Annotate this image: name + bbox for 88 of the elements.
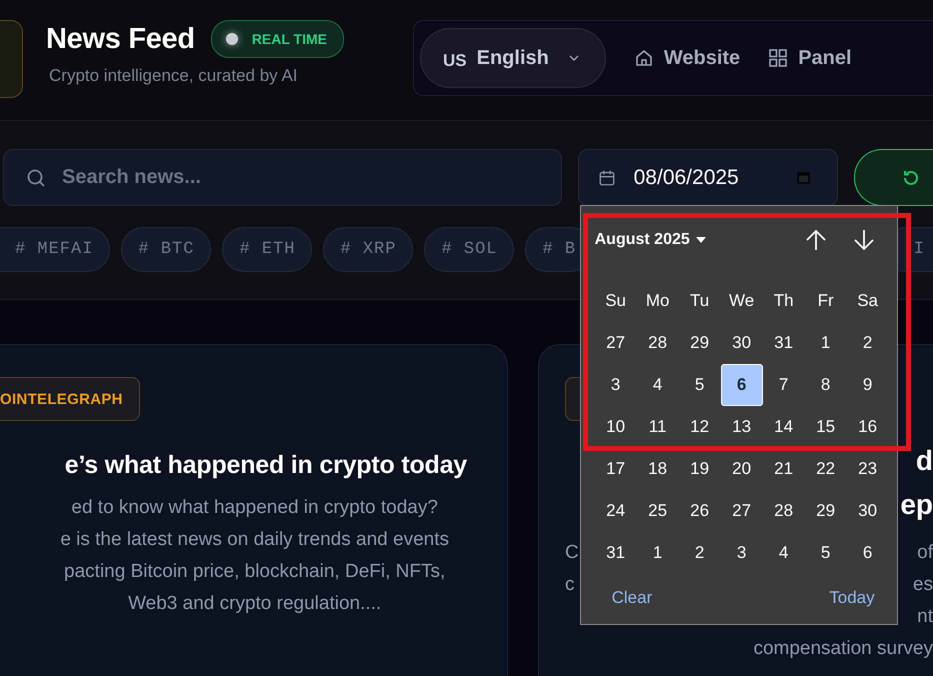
calendar-day[interactable]: 6	[720, 364, 763, 406]
language-selector[interactable]: US English	[420, 28, 606, 88]
search-icon	[26, 168, 46, 188]
calendar-day[interactable]: 16	[846, 413, 889, 441]
hashtag-chip[interactable]: # XRP	[323, 227, 414, 272]
weekday-label: Mo	[644, 290, 670, 312]
calendar-day[interactable]: 22	[804, 455, 847, 483]
calendar-day[interactable]: 3	[720, 539, 763, 567]
hashtag-chip[interactable]: # ETH	[222, 227, 312, 272]
news-headline: e’s what happened in crypto today	[64, 451, 467, 480]
news-summary-line: e is the latest news on daily trends and events	[60, 528, 449, 552]
calendar-day[interactable]: 30	[846, 497, 889, 525]
calendar-day[interactable]: 4	[636, 371, 679, 399]
house-icon	[634, 48, 654, 68]
calendar-day[interactable]: 31	[594, 539, 637, 567]
calendar-day[interactable]: 11	[636, 413, 679, 441]
picker-action-link[interactable]: Today	[829, 588, 875, 608]
calendar-day[interactable]: 5	[804, 539, 847, 567]
subtitle: Crypto intelligence, curated by AI	[49, 66, 299, 86]
chevron-down-icon	[568, 55, 579, 61]
calendar-day[interactable]: 26	[678, 497, 721, 525]
weekday-label: Sa	[856, 290, 880, 312]
calendar-day[interactable]: 28	[762, 497, 805, 525]
refresh-button[interactable]	[854, 149, 933, 206]
search-field[interactable]: Search news...	[3, 149, 562, 206]
picker-action-link[interactable]: Clear	[612, 588, 652, 608]
calendar-day[interactable]: 12	[678, 413, 721, 441]
calendar-day[interactable]: 27	[720, 497, 763, 525]
calendar-day[interactable]: 20	[720, 455, 763, 483]
calendar-day[interactable]: 1	[804, 329, 847, 357]
calendar-day[interactable]: 25	[636, 497, 679, 525]
news-headline-fragment: d	[916, 444, 933, 478]
nav-link[interactable]: Panel	[768, 46, 852, 70]
calendar-day[interactable]: 6	[846, 539, 889, 567]
calendar-day[interactable]: 15	[804, 413, 847, 441]
calendar-day[interactable]: 9	[846, 371, 889, 399]
calendar-day[interactable]: 2	[846, 329, 889, 357]
news-summary-fragment: compensation survey	[753, 637, 933, 661]
calendar-day[interactable]: 17	[594, 455, 637, 483]
calendar-day[interactable]: 7	[762, 371, 805, 399]
news-summary-line: pacting Bitcoin price, blockchain, DeFi, NFTs,	[64, 560, 446, 584]
date-field[interactable]: 08/06/2025	[578, 149, 838, 206]
hashtag-chip[interactable]: # MEFAI	[0, 227, 110, 272]
news-summary-fragment: c	[565, 573, 574, 597]
calendar-day[interactable]: 13	[720, 413, 763, 441]
month-selector[interactable]: August 2025	[594, 231, 706, 249]
calendar-day[interactable]: 14	[762, 413, 805, 441]
calendar-day[interactable]: 18	[636, 455, 679, 483]
calendar-day[interactable]: 31	[762, 329, 805, 357]
live-badge: REAL TIME	[210, 20, 344, 58]
weekday-label: Th	[772, 290, 795, 312]
calendar-day[interactable]: 4	[762, 539, 805, 567]
news-headline-fragment: ep	[900, 488, 933, 522]
news-card[interactable]	[0, 344, 508, 676]
news-summary-fragment: of	[917, 541, 933, 565]
calendar-day[interactable]: 27	[594, 329, 637, 357]
calendar-day[interactable]: 19	[678, 455, 721, 483]
calendar-day[interactable]: 21	[762, 455, 805, 483]
calendar-day[interactable]: 8	[804, 371, 847, 399]
hashtag-chip[interactable]: # SOL	[424, 227, 514, 272]
calendar-day[interactable]: 30	[720, 329, 763, 357]
search-input[interactable]: Search news...	[60, 165, 544, 190]
calendar-day[interactable]: 29	[804, 497, 847, 525]
grid-icon	[768, 48, 788, 68]
weekday-label: Su	[604, 290, 628, 312]
calendar-day[interactable]: 28	[636, 329, 679, 357]
calendar-day[interactable]: 3	[594, 371, 637, 399]
calendar-day[interactable]: 2	[678, 539, 721, 567]
news-summary-fragment: nt	[917, 605, 933, 629]
hashtag-chip[interactable]: # BTC	[121, 227, 212, 272]
news-summary-fragment: es	[912, 573, 933, 597]
calendar-icon	[598, 168, 616, 186]
calendar-day[interactable]: 10	[594, 413, 637, 441]
source-badge: OINTELEGRAPH	[0, 377, 140, 421]
news-summary-line: ed to know what happened in crypto today?	[71, 496, 438, 520]
nav-link[interactable]: Website	[634, 46, 740, 70]
news-summary-fragment: C	[565, 541, 579, 565]
caret-down-icon	[696, 237, 706, 243]
calendar-day[interactable]: 24	[594, 497, 637, 525]
calendar-day[interactable]: 23	[846, 455, 889, 483]
weekday-label: Fr	[816, 290, 835, 312]
news-summary-line: Web3 and crypto regulation....	[128, 592, 382, 616]
calendar-day[interactable]: 29	[678, 329, 721, 357]
app-title: News Feed	[46, 22, 195, 56]
calendar-day[interactable]: 1	[636, 539, 679, 567]
calendar-day[interactable]: 5	[678, 371, 721, 399]
weekday-label: We	[728, 290, 756, 312]
weekday-label: Tu	[689, 290, 710, 312]
